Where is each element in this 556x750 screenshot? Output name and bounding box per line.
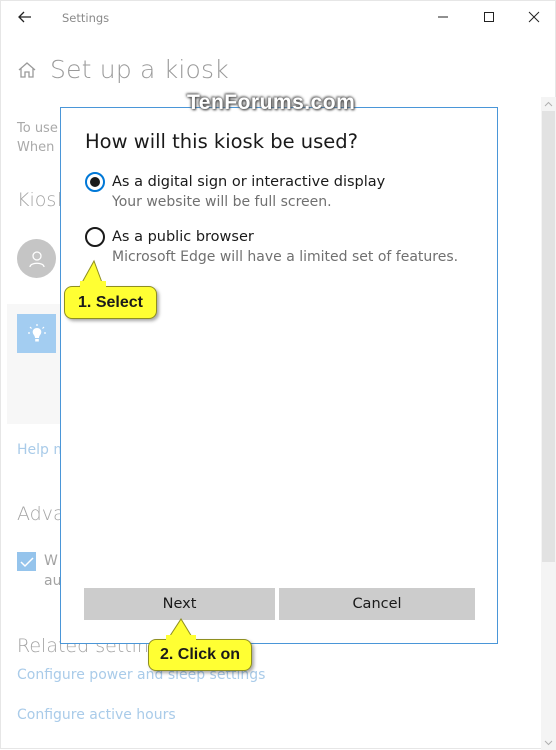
tip-icon-tile (17, 314, 56, 353)
kiosk-usage-dialog: How will this kiosk be used? As a digita… (60, 107, 498, 644)
callout-select: 1. Select (64, 286, 157, 319)
advanced-section-title: Adva (17, 503, 65, 525)
back-arrow-icon (18, 11, 31, 23)
option-public-browser[interactable]: As a public browser Microsoft Edge will … (85, 227, 458, 267)
title-bar: Settings (1, 1, 556, 35)
settings-window: Settings Set up a kiosk To use When Kios… (0, 0, 556, 750)
maximize-icon (484, 12, 494, 22)
scroll-up-button[interactable] (541, 97, 556, 111)
back-button[interactable] (11, 4, 39, 30)
option-text: As a public browser Microsoft Edge will … (112, 227, 458, 267)
option-label: As a public browser (112, 229, 254, 245)
checkbox-label-line: W (44, 553, 58, 569)
option-digital-sign[interactable]: As a digital sign or interactive display… (85, 172, 385, 212)
option-description: Your website will be full screen. (112, 194, 332, 210)
chevron-down-icon (544, 740, 553, 746)
app-title: Settings (62, 11, 110, 25)
checkmark-icon (19, 556, 34, 567)
kiosk-account-avatar[interactable] (17, 239, 56, 278)
option-description: Microsoft Edge will have a limited set o… (112, 249, 459, 265)
callout-2-pointer-cover (166, 635, 196, 643)
radio-selected-dot (90, 177, 100, 187)
chevron-up-icon (544, 101, 553, 107)
home-icon (18, 61, 36, 78)
close-button[interactable] (511, 1, 556, 33)
close-icon (528, 11, 540, 23)
radio-public-browser[interactable] (85, 227, 105, 247)
next-button[interactable]: Next (84, 588, 275, 620)
maximize-button[interactable] (466, 1, 512, 33)
callout-click-on: 2. Click on (148, 639, 252, 671)
vertical-scrollbar[interactable] (541, 97, 556, 750)
minimize-icon (438, 16, 448, 18)
intro-line: When (17, 140, 55, 155)
advanced-checkbox[interactable] (17, 552, 36, 571)
cancel-button[interactable]: Cancel (279, 588, 475, 620)
scroll-thumb[interactable] (542, 111, 555, 562)
dialog-title: How will this kiosk be used? (85, 130, 359, 153)
scroll-down-button[interactable] (541, 736, 556, 750)
intro-line: To use (17, 121, 58, 136)
page-title: Set up a kiosk (50, 55, 229, 84)
watermark: TenForums.com (187, 91, 356, 114)
intro-text: To use When (17, 119, 58, 157)
lightbulb-icon (27, 323, 46, 341)
page-header: Set up a kiosk (17, 55, 229, 84)
checkbox-label-line: au (44, 573, 62, 589)
active-hours-link[interactable]: Configure active hours (17, 707, 176, 723)
callout-1-pointer-cover (80, 281, 106, 289)
advanced-checkbox-label: W au (44, 551, 61, 591)
option-text: As a digital sign or interactive display… (112, 172, 385, 212)
radio-digital-sign[interactable] (85, 172, 105, 192)
minimize-button[interactable] (420, 1, 466, 33)
user-icon (28, 250, 45, 267)
tip-card (7, 304, 67, 424)
option-label: As a digital sign or interactive display (112, 174, 386, 190)
